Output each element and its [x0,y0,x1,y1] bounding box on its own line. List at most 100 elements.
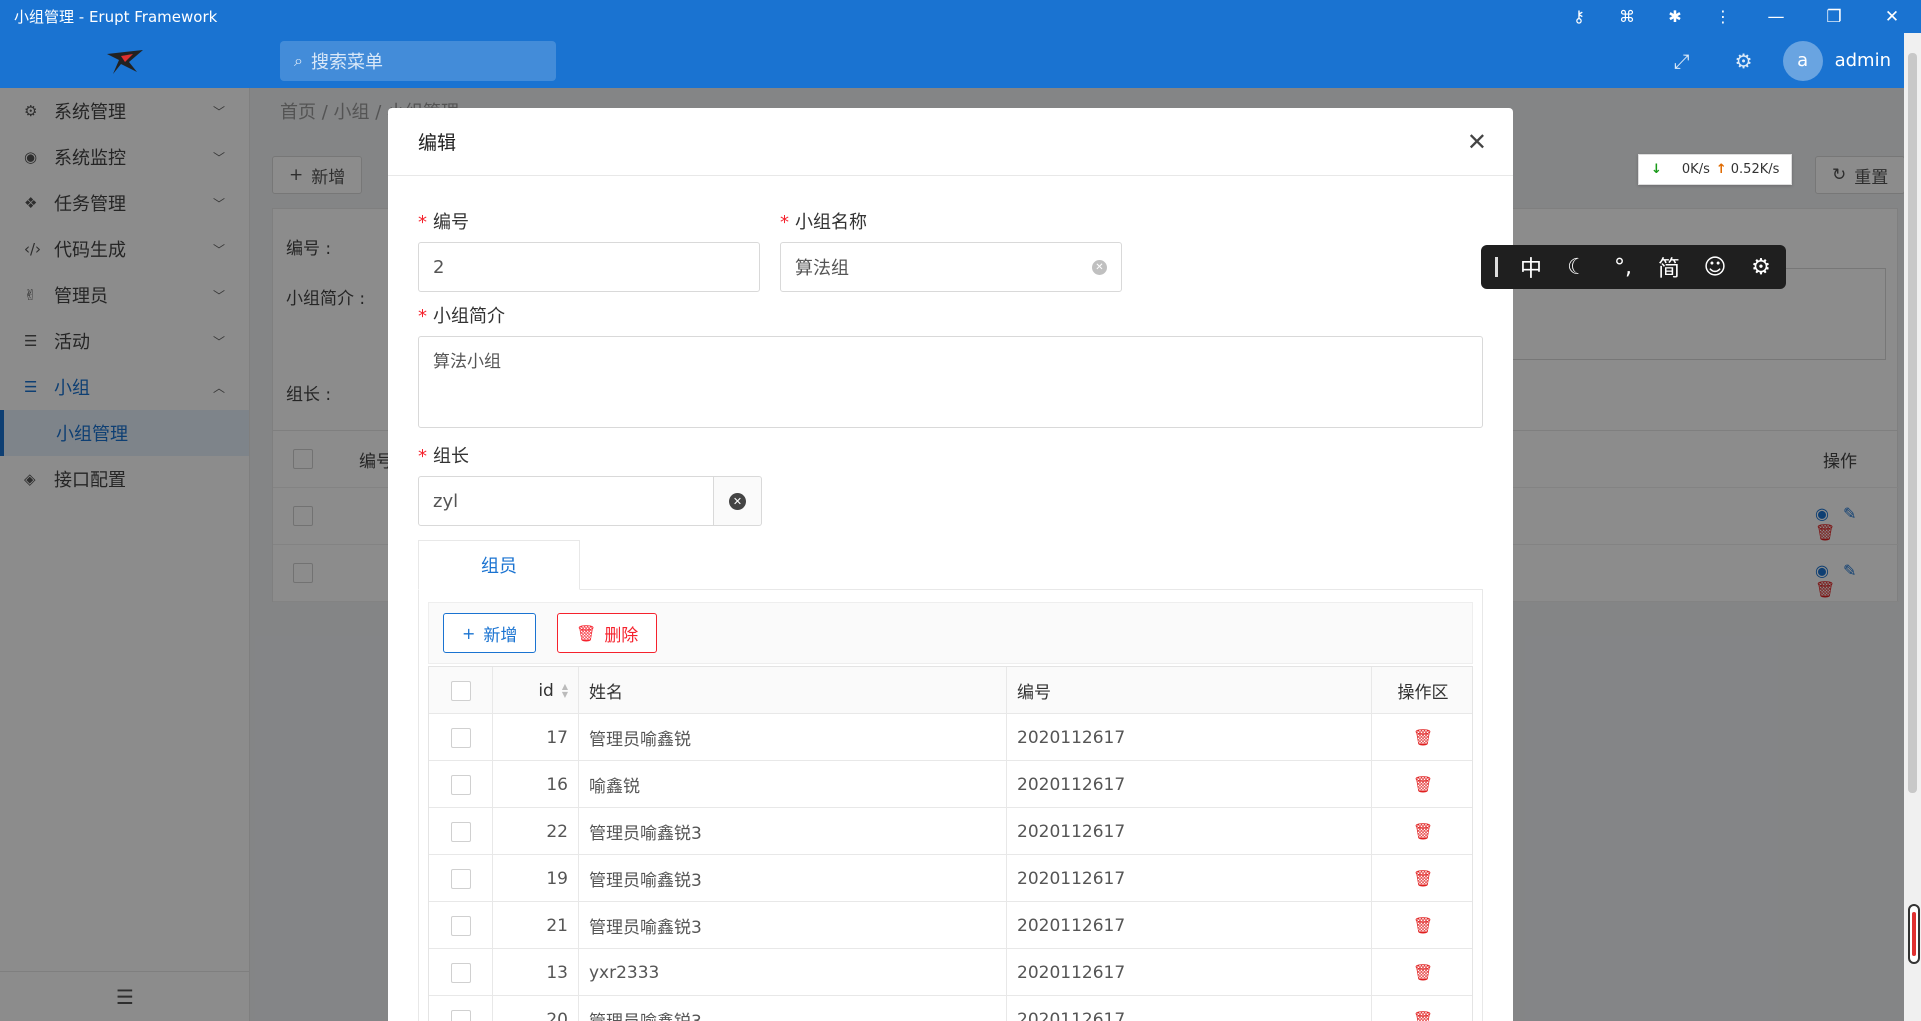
cell-id: 17 [493,714,579,761]
titlebar-controls: ⚷ ⌘ ✱ ⋮ — ❐ ✕ [1555,0,1921,33]
table-row: 21 管理员喻鑫锐3 2020112617 🗑 [429,902,1472,949]
cell-no: 2020112617 [1007,996,1372,1021]
cell-name: 管理员喻鑫锐3 [579,808,1007,855]
field-label-name: * 小组名称 [780,212,867,233]
cell-id: 19 [493,855,579,902]
row-checkbox[interactable] [450,868,471,889]
more-vertical-icon[interactable]: ⋮ [1699,0,1747,33]
trash-icon[interactable]: 🗑 [1413,775,1433,794]
download-speed: 0K/s [1681,162,1710,177]
header-actions: ⤢ ⚙ a admin [1651,33,1891,88]
field-label-leader: * 组长 [418,446,469,467]
leader-clear-button[interactable]: ✕ [714,476,762,526]
close-icon[interactable]: ✕ [1467,128,1487,156]
emoji-icon[interactable]: ☺ [1692,255,1738,280]
scroll-indicator [1908,904,1920,964]
cell-no: 2020112617 [1007,949,1372,996]
window-titlebar: 小组管理 - Erupt Framework ⚷ ⌘ ✱ ⋮ — ❐ ✕ [0,0,1921,33]
tab-members[interactable]: 组员 [418,540,580,590]
key-icon[interactable]: ⚷ [1555,0,1603,33]
app-logo[interactable] [0,33,250,88]
fullscreen-icon[interactable]: ⤢ [1651,49,1713,73]
row-checkbox[interactable] [450,1009,471,1021]
cell-name: 管理员喻鑫锐3 [579,902,1007,949]
network-speed-widget: ↓ 0K/s ↑ 0.52K/s [1638,154,1792,185]
table-row: 17 管理员喻鑫锐 2020112617 🗑 [429,714,1472,761]
field-label-desc: * 小组简介 [418,306,505,327]
restore-icon[interactable]: ❐ [1805,0,1863,33]
scrollbar-thumb[interactable] [1908,53,1917,793]
table-row: 22 管理员喻鑫锐3 2020112617 🗑 [429,808,1472,855]
desc-textarea[interactable]: 算法小组 [418,336,1483,428]
row-checkbox[interactable] [450,821,471,842]
row-checkbox[interactable] [450,915,471,936]
row-checkbox[interactable] [450,774,471,795]
clear-icon[interactable]: ✕ [1092,260,1107,275]
trash-icon[interactable]: 🗑 [1413,728,1433,747]
minimize-icon[interactable]: — [1747,0,1805,33]
cell-no: 2020112617 [1007,761,1372,808]
trash-icon[interactable]: 🗑 [1413,869,1433,888]
ime-lang-toggle[interactable]: 中 [1508,251,1554,283]
translate-icon[interactable]: ⌘ [1603,0,1651,33]
search-icon: ⌕ [294,51,303,70]
moon-icon[interactable]: ☾ [1554,255,1600,280]
cell-name: yxr2333 [579,949,1007,996]
menu-search-input[interactable]: ⌕ 搜索菜单 [280,41,556,81]
col-ops-header: 操作区 [1397,683,1449,703]
cell-id: 16 [493,761,579,808]
cell-id: 20 [493,996,579,1021]
field-label-no: * 编号 [418,212,469,233]
cell-no: 2020112617 [1007,808,1372,855]
leader-input[interactable]: zyl [418,476,714,526]
add-member-button[interactable]: + 新增 [443,613,537,653]
cell-id: 22 [493,808,579,855]
cell-no: 2020112617 [1007,855,1372,902]
trash-icon[interactable]: 🗑 [1413,963,1433,982]
col-name-header: 姓名 [579,667,1007,714]
delete-member-button[interactable]: 🗑 删除 [557,613,658,653]
members-toolbar: + 新增 🗑 删除 [428,602,1473,664]
window-title: 小组管理 - Erupt Framework [14,8,218,26]
table-row: 19 管理员喻鑫锐3 2020112617 🗑 [429,855,1472,902]
row-checkbox[interactable] [450,962,471,983]
delete-member-label: 删除 [604,625,639,646]
cell-id: 13 [493,949,579,996]
row-checkbox[interactable] [450,727,471,748]
table-row: 20 管理员喻鑫锐3 2020112617 🗑 [429,996,1472,1021]
page-scrollbar[interactable] [1904,33,1921,1021]
upload-speed: 0.52K/s [1730,162,1780,177]
cell-id: 21 [493,902,579,949]
trash-icon[interactable]: 🗑 [1413,1010,1433,1021]
col-id-header[interactable]: id ▲ ▼ [493,667,579,714]
add-member-label: 新增 [483,625,518,646]
trash-icon: 🗑 [576,623,597,643]
trash-icon[interactable]: 🗑 [1413,916,1433,935]
avatar[interactable]: a [1782,40,1823,81]
name-input[interactable]: 算法组 ✕ [780,242,1122,292]
ime-punct-toggle[interactable]: °, [1600,255,1646,280]
settings-icon[interactable]: ⚙ [1738,255,1784,280]
no-input[interactable]: 2 [418,242,760,292]
ime-charset-toggle[interactable]: 简 [1646,251,1692,283]
plus-icon: + [462,623,476,643]
app-header: ⌕ 搜索菜单 ⤢ ⚙ a admin [0,33,1921,88]
cell-name: 管理员喻鑫锐3 [579,996,1007,1021]
trash-icon[interactable]: 🗑 [1413,822,1433,841]
settings-icon[interactable]: ⚙ [1713,49,1775,73]
sort-icon[interactable]: ▲ ▼ [562,682,568,699]
cell-name: 管理员喻鑫锐 [579,714,1007,761]
cell-name: 喻鑫锐 [579,761,1007,808]
select-all-checkbox[interactable] [450,680,471,701]
drag-handle[interactable] [1495,257,1498,277]
ime-toolbar: 中 ☾ °, 简 ☺ ⚙ [1481,245,1786,289]
arrow-down-icon: ↓ [1651,162,1662,177]
table-row: 16 喻鑫锐 2020112617 🗑 [429,761,1472,808]
close-window-icon[interactable]: ✕ [1863,0,1921,33]
username[interactable]: admin [1835,50,1891,71]
table-row: 13 yxr2333 2020112617 🗑 [429,949,1472,996]
col-no-header: 编号 [1007,667,1372,714]
puzzle-icon[interactable]: ✱ [1651,0,1699,33]
edit-modal: 编辑 ✕ * 编号 2 * 小组名称 算法组 ✕ * 小组简介 算法小组 * 组长 zy… [388,108,1513,1021]
clear-circle-icon: ✕ [729,492,746,510]
